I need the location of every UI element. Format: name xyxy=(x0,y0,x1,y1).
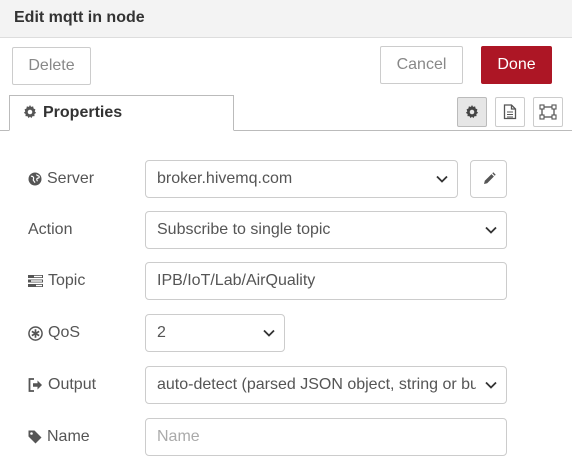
chevron-down-icon xyxy=(476,367,506,403)
action-label: Action xyxy=(28,220,72,240)
settings-tab-button[interactable] xyxy=(457,97,487,127)
server-label-text: Server xyxy=(47,170,95,187)
name-label-text: Name xyxy=(47,428,90,445)
pencil-icon xyxy=(483,172,496,184)
action-value: Subscribe to single topic xyxy=(157,221,331,238)
qos-value: 2 xyxy=(157,324,166,341)
done-button[interactable]: Done xyxy=(481,46,552,84)
output-select[interactable]: auto-detect (parsed JSON object, string … xyxy=(145,366,507,404)
tab-properties-label: Properties xyxy=(43,104,123,121)
cog-icon xyxy=(23,105,37,119)
description-tab-button[interactable] xyxy=(495,97,525,127)
appearance-tab-button[interactable] xyxy=(533,97,563,127)
edit-server-button[interactable] xyxy=(470,160,507,198)
output-label: Output xyxy=(28,375,96,395)
name-input[interactable]: Name xyxy=(145,418,507,456)
server-value: broker.hivemq.com xyxy=(157,170,293,187)
globe-icon xyxy=(28,172,42,186)
action-select[interactable]: Subscribe to single topic xyxy=(145,211,507,249)
qos-label: QoS xyxy=(28,323,80,343)
frame-icon xyxy=(539,104,557,120)
tab-properties[interactable]: Properties xyxy=(9,95,234,131)
tag-icon xyxy=(28,430,42,444)
action-label-text: Action xyxy=(28,221,73,238)
dialog-titlebar: Edit mqtt in node xyxy=(0,0,572,38)
chevron-down-icon xyxy=(476,212,506,248)
tasks-icon xyxy=(28,275,43,287)
name-label: Name xyxy=(28,427,90,447)
qos-select[interactable]: 2 xyxy=(145,314,285,352)
asterisk-circle-icon xyxy=(28,325,43,341)
server-select[interactable]: broker.hivemq.com xyxy=(145,160,458,198)
sign-out-icon xyxy=(28,378,42,392)
chevron-down-icon xyxy=(254,315,284,351)
cog-icon xyxy=(465,105,479,119)
server-label: Server xyxy=(28,169,94,189)
delete-button[interactable]: Delete xyxy=(12,47,91,85)
output-label-text: Output xyxy=(48,376,97,393)
cancel-button[interactable]: Cancel xyxy=(380,46,463,84)
name-placeholder: Name xyxy=(157,428,200,445)
topic-label-text: Topic xyxy=(48,272,86,289)
topic-label: Topic xyxy=(28,271,85,291)
qos-label-text: QoS xyxy=(48,324,81,341)
topic-value: IPB/IoT/Lab/AirQuality xyxy=(157,272,316,289)
output-value: auto-detect (parsed JSON object, string … xyxy=(157,376,476,393)
topic-input[interactable]: IPB/IoT/Lab/AirQuality xyxy=(145,262,507,300)
document-icon xyxy=(503,104,517,120)
dialog-title: Edit mqtt in node xyxy=(14,9,145,26)
chevron-down-icon xyxy=(427,161,457,197)
